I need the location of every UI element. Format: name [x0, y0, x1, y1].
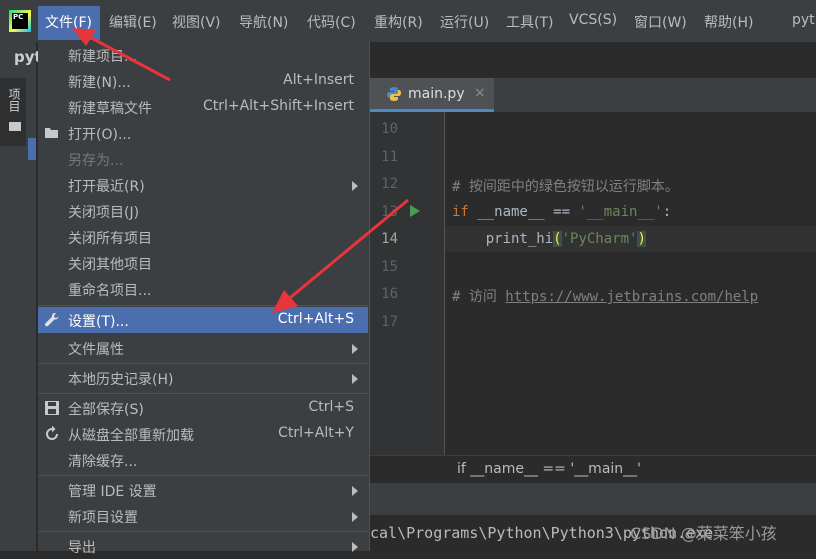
- close-icon[interactable]: ×: [474, 85, 486, 101]
- menu-separator: [38, 393, 368, 394]
- save-icon: [45, 401, 59, 415]
- code-keyword: if: [452, 204, 469, 220]
- menu-item-save-all[interactable]: 全部保存(S) Ctrl+S: [38, 395, 368, 421]
- code-paren: ): [637, 231, 646, 247]
- shortcut: Ctrl+Alt+Y: [278, 425, 354, 441]
- python-file-icon: [387, 87, 401, 101]
- menu-item-new-project-settings[interactable]: 新项目设置: [38, 503, 368, 529]
- submenu-arrow-icon: [352, 512, 358, 522]
- shortcut: Ctrl+Alt+Shift+Insert: [202, 98, 354, 114]
- line-number: 13: [381, 204, 398, 220]
- line-number: 17: [381, 314, 398, 330]
- code-line-14[interactable]: print_hi('PyCharm'): [452, 231, 646, 247]
- code-line-12[interactable]: # 按间距中的绿色按钮以运行脚本。: [452, 176, 679, 196]
- code-function: print_hi: [452, 231, 554, 247]
- menu-separator: [38, 475, 368, 476]
- menu-item-new-scratch[interactable]: 新建草稿文件 Ctrl+Alt+Shift+Insert: [38, 94, 368, 120]
- submenu-arrow-icon: [352, 374, 358, 384]
- shortcut: Ctrl+S: [308, 399, 354, 415]
- code-text: __name__ ==: [468, 204, 579, 220]
- code-paren: (: [553, 231, 562, 247]
- menu-item-close-all-projects[interactable]: 关闭所有项目: [38, 224, 368, 250]
- shortcut: Alt+Insert: [283, 72, 354, 88]
- menu-view[interactable]: 视图(V): [172, 12, 221, 32]
- line-number: 12: [381, 176, 398, 192]
- menu-separator: [38, 363, 368, 364]
- code-string: '__main__': [578, 204, 663, 220]
- project-tool-tab-label: 项目: [7, 88, 21, 112]
- menu-vcs[interactable]: VCS(S): [569, 12, 617, 28]
- watermark: CSDN @菜菜笨小孩: [630, 524, 777, 543]
- code-text: :: [662, 204, 672, 220]
- menu-window[interactable]: 窗口(W): [634, 12, 687, 32]
- tab-label: main.py: [408, 86, 465, 102]
- line-number: 15: [381, 259, 398, 275]
- menu-item-settings[interactable]: 设置(T)... Ctrl+Alt+S: [38, 307, 368, 333]
- code-comment: # 访问: [452, 289, 506, 305]
- file-menu-dropdown: 新建项目... 新建(N)... Alt+Insert 新建草稿文件 Ctrl+Al…: [38, 42, 370, 556]
- folder-icon: [9, 122, 21, 131]
- menu-item-close-project[interactable]: 关闭项目(J): [38, 198, 368, 224]
- menu-item-close-other-projects[interactable]: 关闭其他项目: [38, 250, 368, 276]
- folder-open-icon: [45, 128, 58, 138]
- menu-help[interactable]: 帮助(H): [704, 12, 753, 32]
- project-tree-selection: [28, 138, 36, 160]
- submenu-arrow-icon: [352, 181, 358, 191]
- gutter-divider: [444, 112, 445, 455]
- menu-separator: [38, 531, 368, 532]
- window-title: pyt: [792, 12, 815, 28]
- submenu-arrow-icon: [352, 344, 358, 354]
- menu-item-save-as: 另存为...: [68, 153, 124, 169]
- pycharm-logo-icon: PC: [9, 10, 31, 32]
- line-number: 11: [381, 149, 398, 165]
- menu-item-open[interactable]: 打开(O)...: [38, 120, 368, 146]
- code-comment: # 按间距中的绿色按钮以运行脚本。: [452, 179, 679, 195]
- bottom-panel-header: [370, 483, 816, 515]
- submenu-arrow-icon: [352, 486, 358, 496]
- code-link[interactable]: https://www.jetbrains.com/help: [505, 289, 758, 305]
- menu-tools[interactable]: 工具(T): [506, 12, 553, 32]
- menu-item-file-properties[interactable]: 文件属性: [38, 335, 368, 361]
- line-number: 14: [381, 231, 398, 247]
- code-string: 'PyCharm': [561, 231, 638, 247]
- shortcut: Ctrl+Alt+S: [277, 311, 354, 327]
- run-gutter-icon[interactable]: [410, 205, 420, 217]
- menu-code[interactable]: 代码(C): [307, 12, 356, 32]
- code-line-13[interactable]: if __name__ == '__main__':: [452, 204, 671, 220]
- code-line-16[interactable]: # 访问 https://www.jetbrains.com/help: [452, 286, 758, 306]
- menu-run[interactable]: 运行(U): [440, 12, 489, 32]
- menu-item-manage-ide-settings[interactable]: 管理 IDE 设置: [38, 477, 368, 503]
- menu-item-export[interactable]: 导出: [38, 533, 368, 559]
- menu-item-invalidate-caches[interactable]: 清除缓存...: [38, 447, 368, 473]
- menu-navigate[interactable]: 导航(N): [239, 12, 288, 32]
- menu-file[interactable]: 文件(F): [45, 12, 92, 32]
- line-number: 10: [381, 121, 398, 137]
- menu-item-rename-project[interactable]: 重命名项目...: [38, 276, 368, 302]
- menu-edit[interactable]: 编辑(E): [109, 12, 157, 32]
- wrench-icon: [44, 313, 59, 327]
- menu-item-new-project[interactable]: 新建项目...: [38, 42, 368, 68]
- menu-item-reload-all[interactable]: 从磁盘全部重新加载 Ctrl+Alt+Y: [38, 421, 368, 447]
- menu-separator: [38, 305, 368, 306]
- menu-item-open-recent[interactable]: 打开最近(R): [38, 172, 368, 198]
- project-tool-tab[interactable]: 项目: [0, 78, 26, 146]
- line-number: 16: [381, 286, 398, 302]
- breadcrumb[interactable]: if __name__ == '__main__': [457, 461, 641, 477]
- menu-item-new[interactable]: 新建(N)... Alt+Insert: [38, 68, 368, 94]
- refresh-icon: [46, 426, 58, 440]
- menu-item-local-history[interactable]: 本地历史记录(H): [38, 365, 368, 391]
- menu-refactor[interactable]: 重构(R): [374, 12, 423, 32]
